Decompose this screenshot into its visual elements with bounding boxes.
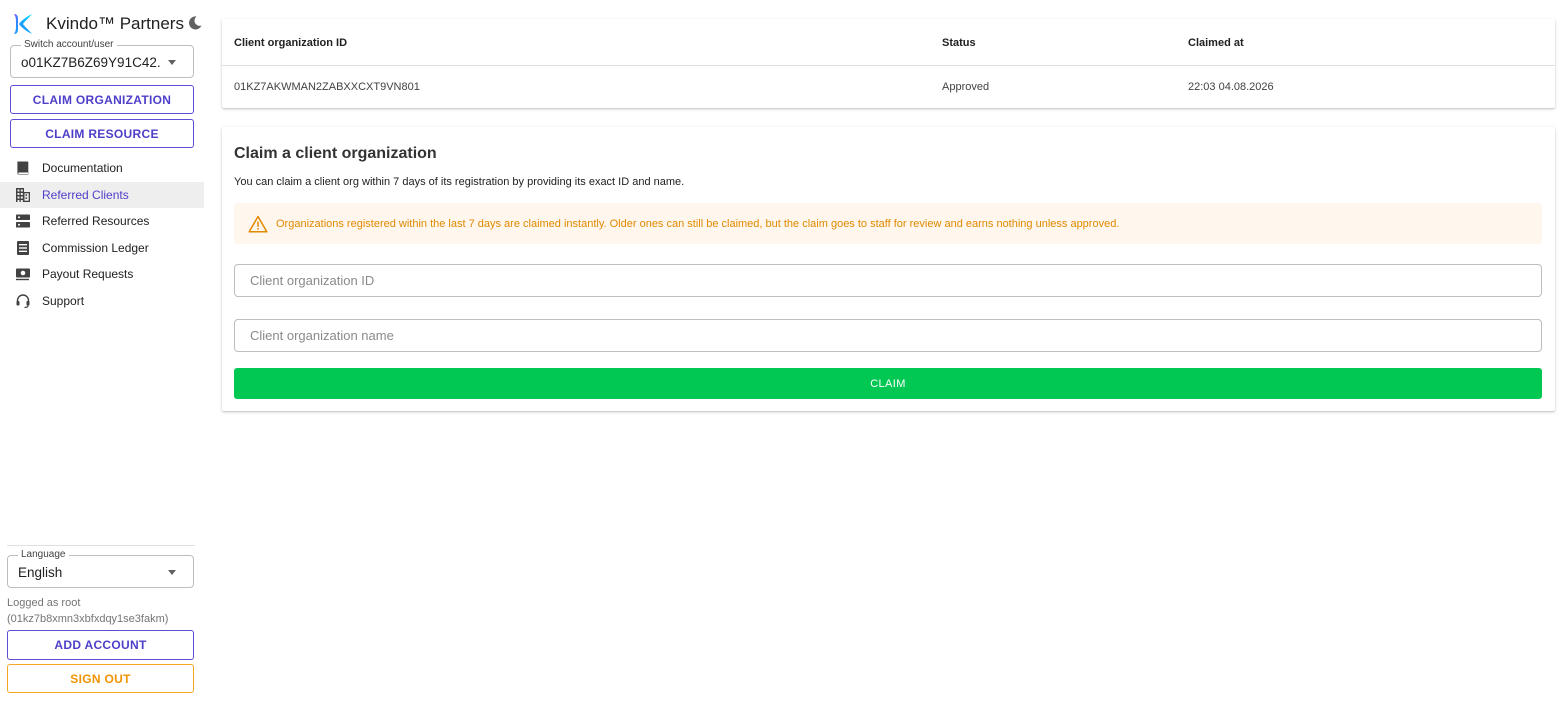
warning-icon xyxy=(248,215,268,233)
sidebar-item-label: Referred Clients xyxy=(42,187,129,202)
sidebar-item-referred-clients[interactable]: Referred Clients xyxy=(0,181,204,208)
claim-organization-form: Claim a client organization You can clai… xyxy=(222,127,1555,411)
logged-user-id: (01kz7b8xmn3xbfxdqy1se3fakm) xyxy=(7,613,169,625)
sidebar-item-label: Support xyxy=(42,293,85,308)
claim-resource-button[interactable]: CLAIM RESOURCE xyxy=(10,119,194,148)
column-header-status: Status xyxy=(942,37,976,49)
claim-submit-button[interactable]: CLAIM xyxy=(234,368,1542,399)
account-switcher-label: Switch account/user xyxy=(21,39,117,51)
sidebar-item-label: Referred Resources xyxy=(42,214,150,229)
cell-org-id: 01KZ7AKWMAN2ZABXXCXT9VN801 xyxy=(234,81,420,93)
sign-out-button[interactable]: SIGN OUT xyxy=(7,664,194,693)
warning-alert: Organizations registered within the last… xyxy=(234,203,1542,244)
sidebar-item-label: Commission Ledger xyxy=(42,240,149,255)
chevron-down-icon xyxy=(168,570,176,575)
column-header-claimed-at: Claimed at xyxy=(1188,37,1244,49)
dark-mode-toggle-icon[interactable] xyxy=(187,15,203,31)
language-value: English xyxy=(18,565,63,580)
payout-icon xyxy=(16,268,30,281)
book-icon xyxy=(17,161,29,175)
brand: Kvindo™ Partners xyxy=(11,11,207,37)
form-description: You can claim a client org within 7 days… xyxy=(234,176,685,188)
claim-organization-button[interactable]: CLAIM ORGANIZATION xyxy=(10,85,194,114)
sidebar-item-label: Payout Requests xyxy=(42,267,134,282)
account-switcher-select[interactable]: Switch account/user o01KZ7B6Z69Y91C42... xyxy=(10,39,194,78)
column-header-org-id: Client organization ID xyxy=(234,37,348,49)
sidebar-item-label: Documentation xyxy=(42,161,123,176)
server-icon xyxy=(16,214,30,228)
sidebar: Kvindo™ Partners Switch account/user o01… xyxy=(0,0,210,703)
ledger-icon xyxy=(17,240,29,255)
table-header-divider xyxy=(222,65,1555,66)
chevron-down-icon xyxy=(168,60,176,65)
warning-text: Organizations registered within the last… xyxy=(276,217,1120,230)
language-label: Language xyxy=(18,549,69,561)
account-switcher-value: o01KZ7B6Z69Y91C42... xyxy=(21,55,161,70)
sidebar-item-payout-requests[interactable]: Payout Requests xyxy=(0,261,204,288)
referred-clients-table: Client organization ID Status Claimed at… xyxy=(222,19,1555,108)
sidebar-nav: Documentation Referred Clients Referred … xyxy=(0,155,204,314)
form-title: Claim a client organization xyxy=(234,145,437,162)
cell-status: Approved xyxy=(942,81,990,93)
sidebar-item-support[interactable]: Support xyxy=(0,288,204,315)
sidebar-item-documentation[interactable]: Documentation xyxy=(0,155,204,182)
add-account-button[interactable]: ADD ACCOUNT xyxy=(7,630,194,660)
logged-as-text: Logged as root xyxy=(7,597,81,609)
building-icon xyxy=(16,187,30,202)
language-select[interactable]: Language English xyxy=(7,549,194,588)
sidebar-item-referred-resources[interactable]: Referred Resources xyxy=(0,208,204,235)
kvindo-logo-icon xyxy=(14,14,32,34)
app-root: Kvindo™ Partners Switch account/user o01… xyxy=(0,0,1568,703)
sidebar-item-commission-ledger[interactable]: Commission Ledger xyxy=(0,235,204,262)
client-org-name-input[interactable] xyxy=(234,319,1542,352)
app-title: Kvindo™ Partners xyxy=(46,14,184,33)
client-org-id-input[interactable] xyxy=(234,264,1542,297)
headset-icon xyxy=(16,294,30,308)
cell-claimed-at: 22:03 04.08.2026 xyxy=(1188,81,1274,93)
sidebar-divider xyxy=(7,545,195,546)
